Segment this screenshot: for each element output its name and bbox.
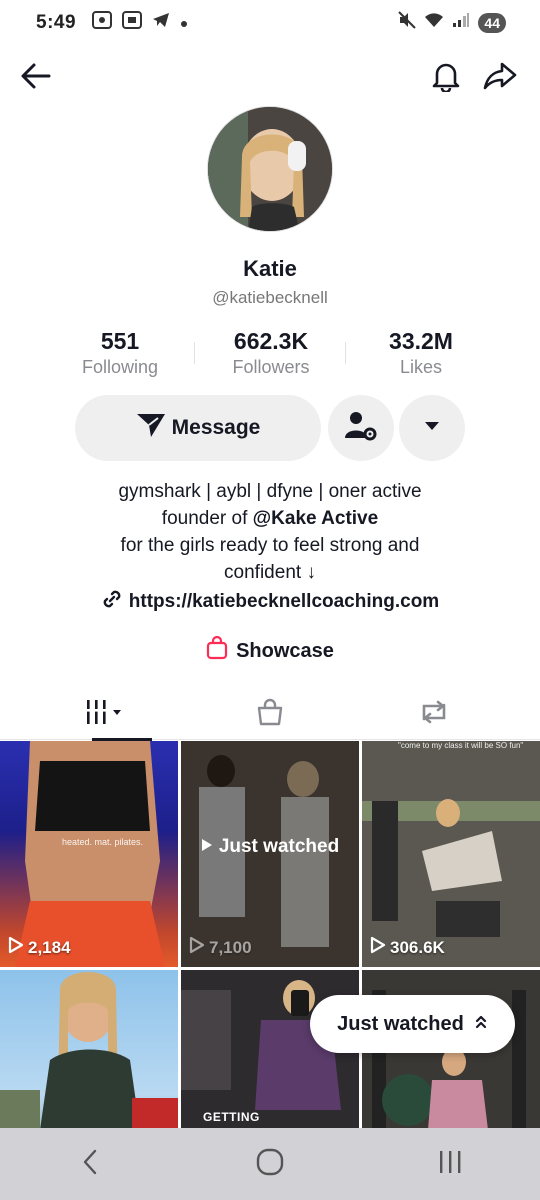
stat-label: Following xyxy=(81,357,159,377)
system-recents-button[interactable] xyxy=(420,1139,480,1189)
stat-label: Likes xyxy=(399,357,443,377)
video-tile[interactable]: heated. mat. pilates. 2,184 xyxy=(0,741,178,967)
back-button[interactable] xyxy=(14,56,58,100)
signal-icon xyxy=(452,12,470,34)
profile-stats: 551 Following 662.3K Followers 33.2M Lik… xyxy=(0,328,540,382)
system-home-button[interactable] xyxy=(240,1139,300,1189)
telegram-icon xyxy=(152,12,170,34)
stat-value: 662.3K xyxy=(233,328,309,354)
avatar-image xyxy=(208,107,332,231)
notifications-button[interactable] xyxy=(424,56,468,100)
video-views: 306.6K xyxy=(370,936,445,959)
bio-line: confident ↓ xyxy=(224,562,316,583)
video-caption: "come to my class it will be SO fun" xyxy=(398,741,524,750)
content-tabs xyxy=(0,688,540,741)
showcase-label: Showcase xyxy=(236,639,334,662)
view-count: 2,184 xyxy=(28,937,71,957)
wifi-icon xyxy=(424,12,444,34)
video-grid: heated. mat. pilates. 2,184 Just watched… xyxy=(0,741,540,1128)
video-views: 2,184 xyxy=(8,936,71,959)
repost-icon xyxy=(418,697,450,732)
profile-bio: gymshark | aybl | dfyne | oner active fo… xyxy=(0,478,540,586)
stat-label: Followers xyxy=(232,357,310,377)
just-watched-label: Just watched xyxy=(181,836,359,858)
bio-line: founder of @Kake Active xyxy=(0,505,540,532)
home-circle-icon xyxy=(255,1147,285,1182)
top-nav xyxy=(0,56,540,100)
video-thumbnail xyxy=(15,741,165,967)
tab-reposts[interactable] xyxy=(344,688,524,740)
more-options-button[interactable] xyxy=(399,395,465,461)
message-label: Message xyxy=(171,416,261,439)
link-url: https://katiebecknellcoaching.com xyxy=(128,591,440,612)
tab-videos[interactable] xyxy=(16,688,196,741)
just-watched-pill-label: Just watched xyxy=(337,1012,464,1035)
profile-avatar[interactable] xyxy=(207,106,333,232)
video-overlay-text: GETTING xyxy=(203,1110,260,1124)
message-button[interactable]: Message xyxy=(75,395,321,461)
shopping-bag-icon xyxy=(206,635,228,666)
status-time: 5:49 xyxy=(36,12,77,33)
system-nav-bar xyxy=(0,1128,540,1200)
profile-handle: @katiebecknell xyxy=(212,288,328,307)
tab-shop[interactable] xyxy=(180,688,360,740)
notification-dot-icon xyxy=(180,12,188,34)
video-tile[interactable] xyxy=(0,970,178,1128)
status-bar: 5:49 44 xyxy=(0,0,540,46)
play-icon xyxy=(201,836,213,858)
chevron-left-icon xyxy=(80,1148,100,1181)
share-button[interactable] xyxy=(478,56,522,100)
view-count: 306.6K xyxy=(390,937,445,957)
system-back-button[interactable] xyxy=(60,1139,120,1189)
screenshot-icon xyxy=(122,11,143,35)
link-icon xyxy=(101,588,123,616)
bio-text: founder of xyxy=(161,508,253,529)
stat-divider xyxy=(194,342,195,364)
showcase-link[interactable]: Showcase xyxy=(0,635,540,666)
chevron-up-double-icon xyxy=(474,1013,488,1036)
stat-likes[interactable]: 33.2M Likes xyxy=(346,328,496,378)
bio-line: gymshark | aybl | dfyne | oner active xyxy=(118,481,422,502)
user-settings-button[interactable] xyxy=(328,395,394,461)
play-outline-icon xyxy=(8,936,24,959)
bag-icon xyxy=(255,697,285,732)
status-right: 44 xyxy=(398,11,506,35)
video-thumbnail xyxy=(0,972,178,1128)
video-tile[interactable]: Just watched 7,100 xyxy=(181,741,359,967)
just-watched-pill[interactable]: Just watched xyxy=(310,995,515,1053)
status-left: 5:49 xyxy=(36,11,188,35)
bio-mention[interactable]: @Kake Active xyxy=(253,508,379,529)
play-outline-icon xyxy=(189,936,205,959)
stat-value: 33.2M xyxy=(389,328,453,354)
video-caption: heated. mat. pilates. xyxy=(62,837,144,847)
bio-line: for the girls ready to feel strong and xyxy=(120,535,420,556)
caret-down-icon xyxy=(423,419,441,437)
stat-following[interactable]: 551 Following xyxy=(45,328,195,378)
play-outline-icon xyxy=(370,936,386,959)
user-gear-icon xyxy=(344,410,378,447)
bell-icon xyxy=(431,60,461,97)
recents-icon xyxy=(436,1149,464,1180)
video-tile[interactable]: "come to my class it will be SO fun" 306… xyxy=(362,741,540,967)
stat-value: 551 xyxy=(100,328,140,354)
mute-icon xyxy=(398,11,417,35)
grid-lines-icon xyxy=(84,698,128,731)
share-arrow-icon xyxy=(483,61,517,96)
profile-name: Katie xyxy=(243,256,297,281)
view-count: 7,100 xyxy=(209,937,252,957)
video-views: 7,100 xyxy=(189,936,252,959)
send-icon xyxy=(136,412,166,444)
stat-followers[interactable]: 662.3K Followers xyxy=(196,328,346,378)
arrow-left-icon xyxy=(19,61,53,96)
profile-link[interactable]: https://katiebecknellcoaching.com xyxy=(0,588,540,616)
screen-record-icon xyxy=(92,11,113,35)
video-thumbnail xyxy=(362,741,540,967)
battery-indicator: 44 xyxy=(478,13,506,33)
just-watched-text: Just watched xyxy=(218,836,340,857)
